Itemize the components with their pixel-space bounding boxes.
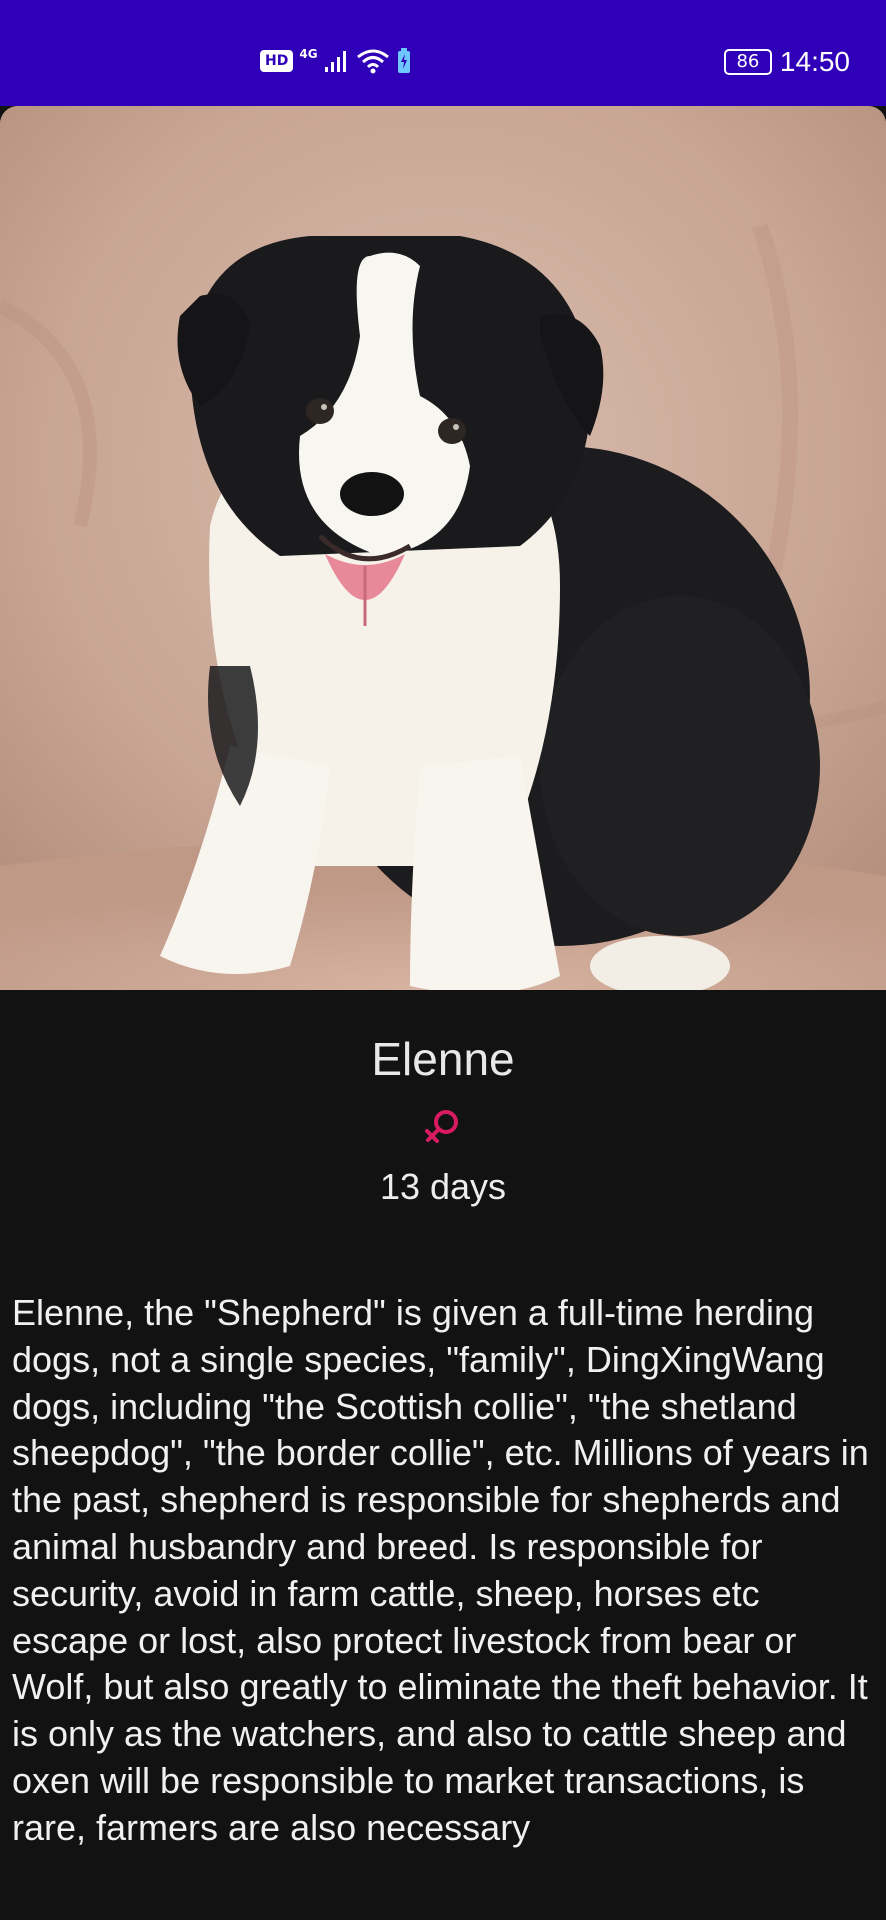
puppy-illustration <box>0 106 886 990</box>
female-icon <box>425 1110 458 1143</box>
pet-description: Elenne, the "Shepherd" is given a full-t… <box>12 1292 869 1848</box>
status-bar: HD 4G 86 14:50 <box>0 0 886 106</box>
status-icons-left: HD 4G <box>260 44 412 78</box>
hd-badge: HD <box>260 50 294 72</box>
pet-age: 13 days <box>379 1166 507 1207</box>
battery-level: 86 <box>736 51 760 72</box>
battery-icon: 86 <box>723 49 772 75</box>
network-type-label: 4G <box>299 47 318 61</box>
status-time: 14:50 <box>779 46 850 77</box>
wifi-icon <box>356 49 389 74</box>
battery-saver-icon <box>397 48 410 73</box>
pet-photo <box>0 106 886 990</box>
signal-icon <box>324 51 346 72</box>
status-icons-right: 86 14:50 <box>723 46 850 78</box>
pet-name: Elenne <box>371 1033 515 1085</box>
